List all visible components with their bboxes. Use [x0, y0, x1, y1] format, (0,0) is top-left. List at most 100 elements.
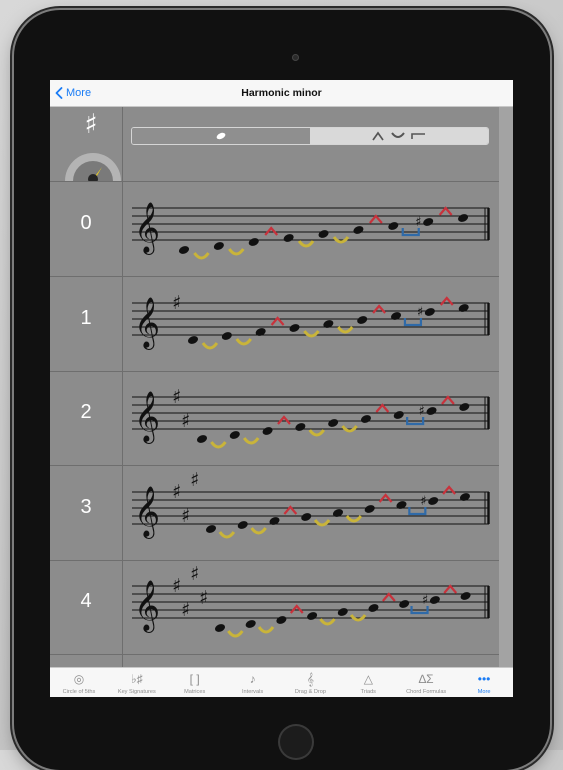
sharps-count: 3: [80, 495, 92, 518]
step-up-mark: [382, 592, 396, 602]
table-row[interactable]: 1 𝄞 ♯ ♯: [50, 277, 499, 372]
tab-intervals[interactable]: ♪ Intervals: [224, 668, 282, 697]
table-row[interactable]: 0 𝄞 ♯: [50, 182, 499, 277]
sharps-count: 2: [80, 401, 92, 423]
note-head: [205, 524, 217, 533]
tab-label: Key Signatures: [117, 689, 156, 695]
tab-circle-of-fifths[interactable]: ◎ Circle of 5ths: [50, 668, 108, 697]
tab-drag-drop[interactable]: 𝄞 Drag & Drop: [282, 668, 340, 697]
table-row[interactable]: 4 𝄞 ♯ ♯ ♯ ♯ ♯: [50, 560, 499, 655]
matrices-icon: [ ]: [189, 672, 200, 686]
staff-notation: 𝄞 ♯ ♯: [132, 292, 490, 350]
half-step-mark: [218, 530, 236, 538]
note-head: [323, 319, 334, 328]
step-up-mark: [443, 584, 458, 594]
half-step-mark: [193, 252, 210, 260]
key-sharp: ♯: [181, 410, 190, 432]
note-head: [318, 230, 329, 238]
tab-matrices[interactable]: [ ] Matrices: [166, 668, 224, 697]
note-head: [459, 403, 470, 411]
key-sharp: ♯: [172, 575, 181, 597]
step-up-mark: [439, 295, 454, 306]
scroll-track[interactable]: [499, 107, 513, 667]
note-head: [295, 423, 306, 431]
half-step-mark: [227, 630, 244, 638]
half-step-mark: [332, 236, 350, 244]
half-step-mark: [341, 425, 358, 433]
tab-key-signatures[interactable]: ♭♯ Key Signatures: [108, 668, 166, 697]
half-step-mark: [201, 341, 219, 349]
note-head: [393, 411, 404, 419]
page-title: Harmonic minor: [241, 87, 322, 99]
half-step-mark: [242, 437, 260, 445]
note-head: [423, 218, 434, 226]
note-head: [214, 624, 226, 632]
segment-intervals[interactable]: [310, 128, 488, 144]
treble-clef: 𝄞: [134, 202, 160, 255]
half-step-mark: [210, 441, 227, 449]
key-sharp: ♯: [172, 386, 181, 408]
note-head: [283, 234, 294, 242]
key-sharp: ♯: [172, 292, 181, 314]
key-sharp: ♯: [190, 563, 199, 585]
note-head: [360, 415, 371, 423]
home-button[interactable]: [278, 724, 314, 760]
key-sharp: ♯: [199, 587, 208, 609]
note-head: [391, 311, 402, 320]
note-head: [213, 242, 224, 250]
key-dial-icon[interactable]: [64, 151, 122, 181]
intervals-icon: ♪: [249, 672, 256, 686]
tab-label: Chord Formulas: [406, 689, 447, 695]
tab-label: Drag & Drop: [294, 689, 326, 695]
note-head: [276, 616, 287, 624]
half-step-mark: [319, 618, 336, 626]
accidental-sharp: ♯: [417, 305, 423, 320]
treble-clef: 𝄞: [134, 486, 160, 539]
note-head: [428, 496, 439, 505]
half-step-mark: [303, 329, 320, 337]
tab-label: Intervals: [241, 689, 264, 695]
more-icon: •••: [477, 672, 491, 686]
note-head: [328, 419, 339, 427]
step-up-mark: [441, 395, 455, 405]
tab-triads[interactable]: △ Triads: [339, 668, 397, 697]
front-camera: [292, 54, 299, 61]
tab-label: More: [477, 689, 491, 695]
circle-of-fifths-icon: ◎: [73, 672, 85, 686]
note-head: [178, 246, 190, 254]
triads-icon: △: [363, 672, 373, 686]
table-row[interactable]: 3 𝄞 ♯ ♯ ♯ ♯: [50, 466, 499, 561]
note-head: [458, 214, 469, 222]
step-up-mark: [264, 226, 279, 236]
note-head: [459, 492, 470, 501]
note-head: [196, 435, 208, 443]
note-head: [269, 516, 280, 525]
key-sharp: ♯: [181, 599, 190, 621]
half-step-mark: [297, 240, 315, 248]
key-signatures-icon: ♭♯: [130, 672, 143, 686]
display-mode-segmented-control[interactable]: [131, 127, 489, 145]
step-up-mark: [378, 492, 393, 503]
tab-more[interactable]: ••• More: [455, 668, 513, 697]
table-row[interactable]: 2 𝄞 ♯ ♯ ♯: [50, 371, 499, 466]
tab-label: Triads: [360, 689, 376, 695]
treble-clef: 𝄞: [134, 391, 160, 444]
interval-marks-icon: [372, 131, 425, 141]
staff-notation: 𝄞 ♯♯♯♯: [132, 469, 490, 539]
accidental-sharp: ♯: [419, 404, 425, 419]
note-head: [221, 331, 232, 340]
scale-table: ♯ 0 𝄞 ♯ 1 𝄞 ♯ ♯ 2 𝄞 ♯ ♯ ♯ 3 𝄞 ♯ ♯ ♯ ♯ 4 …: [50, 107, 513, 667]
accidental-sharp: ♯: [415, 215, 421, 230]
drag-drop-icon: 𝄞: [306, 671, 314, 686]
half-step-mark: [235, 337, 252, 345]
half-step-mark: [228, 248, 245, 256]
accidental-sharp: ♯: [422, 593, 428, 608]
sharp-sign-toggle[interactable]: ♯: [78, 109, 104, 143]
note-head: [426, 407, 437, 415]
key-sharp: ♯: [172, 481, 181, 503]
half-step-mark: [345, 514, 363, 522]
note-head: [237, 520, 248, 529]
tab-chord-formulas[interactable]: ∆Σ Chord Formulas: [397, 668, 455, 697]
segment-notes[interactable]: [132, 128, 310, 144]
app-screen: More Harmonic minor ♯ 0 𝄞 ♯ 1 𝄞 ♯ ♯ 2 𝄞 …: [50, 80, 513, 697]
